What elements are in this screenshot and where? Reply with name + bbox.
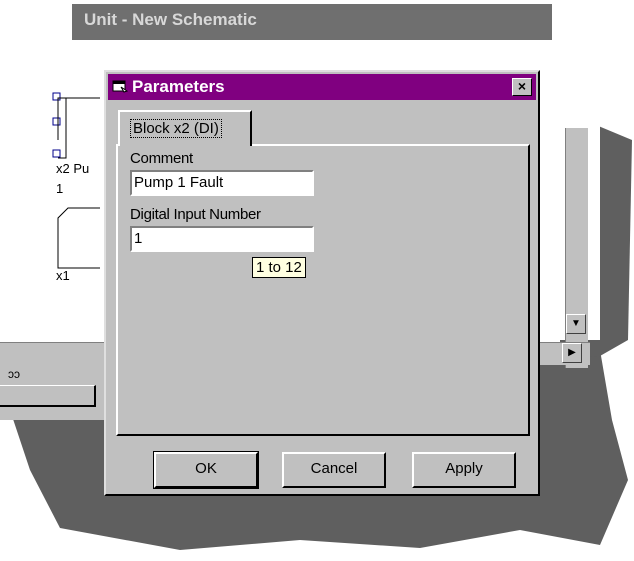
tab-panel: Comment Pump 1 Fault Digital Input Numbe…	[116, 144, 530, 436]
parameters-dialog: Parameters × Block x2 (DI) Comment Pump …	[104, 70, 540, 496]
tab-block-x2[interactable]: Block x2 (DI)	[118, 110, 252, 146]
apply-button[interactable]: Apply	[412, 452, 516, 488]
vertical-scrollbar[interactable]: ▼	[565, 128, 588, 368]
block-sublabel: 1	[56, 181, 64, 196]
lower-button[interactable]	[0, 385, 96, 407]
comment-label: Comment	[130, 150, 193, 167]
digital-input-label: Digital Input Number	[130, 206, 261, 223]
selection-handle	[52, 149, 61, 158]
block-label: x1	[56, 268, 70, 283]
ok-button[interactable]: OK	[153, 451, 259, 489]
cancel-button[interactable]: Cancel	[282, 452, 386, 488]
status-fragment: ɔɔ	[8, 367, 20, 381]
dialog-app-icon	[112, 80, 128, 93]
close-icon[interactable]: ×	[512, 78, 532, 96]
schematic-window-titlebar: Unit - New Schematic	[72, 4, 552, 40]
dialog-title: Parameters	[132, 77, 225, 96]
digital-input-field[interactable]: 1	[130, 226, 314, 252]
dialog-titlebar[interactable]: Parameters ×	[108, 74, 536, 100]
lower-panel: ɔɔ	[0, 365, 110, 420]
scroll-right-arrow-icon[interactable]: ▶	[562, 343, 582, 363]
scroll-down-arrow-icon[interactable]: ▼	[566, 314, 586, 334]
comment-field[interactable]: Pump 1 Fault	[130, 170, 314, 196]
tab-label: Block x2 (DI)	[130, 119, 222, 138]
selection-handle	[52, 117, 61, 126]
selection-handle	[52, 92, 61, 101]
range-tooltip: 1 to 12	[252, 257, 306, 278]
block-label: x2 Pu	[56, 161, 90, 176]
